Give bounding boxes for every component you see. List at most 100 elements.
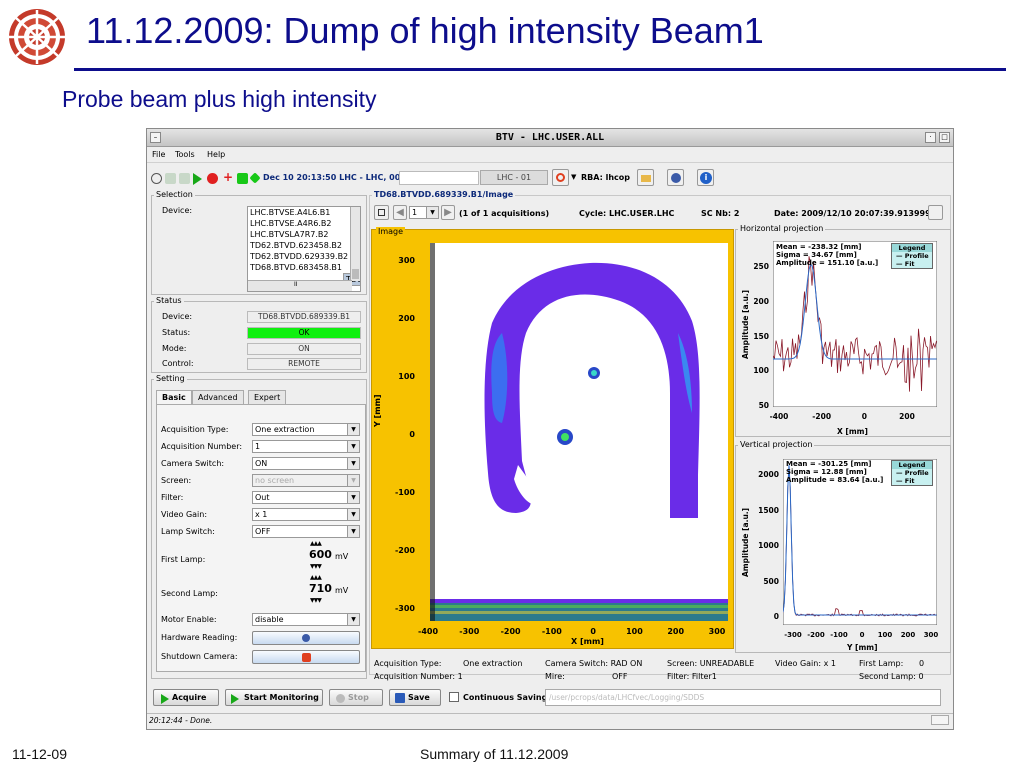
- gauge-icon[interactable]: [151, 173, 162, 184]
- shutdown-camera-button[interactable]: [252, 650, 360, 664]
- logging-path-field[interactable]: /user/pcrops/data/LHCfvec/Logging/SDDS: [545, 689, 941, 706]
- menu-help[interactable]: Help: [207, 150, 225, 159]
- save-button[interactable]: Save: [389, 689, 441, 706]
- beam-image: [430, 243, 728, 621]
- dropdown-icon[interactable]: ▼: [571, 173, 576, 181]
- footer-summary: Summary of 11.12.2009: [420, 746, 569, 762]
- slide-title: 11.12.2009: Dump of high intensity Beam1: [86, 10, 764, 51]
- list-item[interactable]: LHC.BTVSLA7R7.B2: [248, 229, 360, 240]
- list-hscrollbar[interactable]: II: [248, 280, 352, 291]
- toolbar: + Dec 10 20:13:50 LHC - LHC, 00 LHC - 01…: [147, 167, 953, 189]
- tick-label: -300: [394, 604, 415, 613]
- folder-button[interactable]: [637, 169, 654, 186]
- tick-label: -400: [418, 627, 439, 636]
- list-item[interactable]: TD62.BTVD.623458.B2: [248, 240, 360, 251]
- increase-icon[interactable]: ▲▲▲: [310, 540, 322, 547]
- step-icon[interactable]: [165, 173, 176, 184]
- camera-switch-select[interactable]: ON ▼: [252, 457, 360, 470]
- acq-count-text: (1 of 1 acquisitions): [459, 209, 550, 218]
- diamond-icon[interactable]: [249, 172, 261, 184]
- settings-button[interactable]: [667, 169, 684, 186]
- acquisition-number-select[interactable]: 1 ▼: [252, 440, 360, 453]
- chevron-down-icon: ▼: [347, 458, 359, 469]
- tick-label: 1500: [758, 505, 779, 515]
- chevron-down-icon: ▼: [347, 492, 359, 503]
- green-square-icon[interactable]: [237, 173, 248, 184]
- power-button[interactable]: [552, 169, 569, 186]
- acquisition-type-select[interactable]: One extraction ▼: [252, 423, 360, 436]
- tick-label: 200: [667, 627, 685, 636]
- info-mire-label: Mire:: [545, 672, 565, 681]
- stop-icon[interactable]: [207, 173, 218, 184]
- acq-index-select[interactable]: 1 ▼: [409, 206, 439, 219]
- zoom-button[interactable]: [928, 205, 943, 220]
- first-lamp-value[interactable]: 600: [309, 548, 332, 561]
- list-item[interactable]: LHC.BTVSE.A4R6.B2: [248, 218, 360, 229]
- acquisition-number-label: Acquisition Number:: [161, 442, 243, 451]
- tick-label: 100: [626, 627, 643, 636]
- info-button[interactable]: i: [697, 169, 714, 186]
- decrease-icon[interactable]: ▼▼▼: [310, 563, 322, 570]
- info-first-lamp-label: First Lamp:: [859, 659, 904, 668]
- menubar: File Tools Help: [147, 147, 953, 163]
- video-gain-label: Video Gain:: [161, 510, 208, 519]
- list-item[interactable]: TD68.BTVD.683458.B1: [248, 262, 360, 273]
- tick-label: 300: [923, 631, 939, 639]
- step-icon[interactable]: [179, 173, 190, 184]
- motor-enable-label: Motor Enable:: [161, 615, 217, 624]
- list-item[interactable]: TD62.BTVDD.629339.B2: [248, 251, 360, 262]
- list-vscrollbar[interactable]: [350, 207, 360, 281]
- fast-forward-icon: [231, 694, 239, 704]
- status-control-label: Control:: [162, 359, 194, 368]
- vproj-stats: Mean = -301.25 [mm] Sigma = 12.88 [mm] A…: [786, 460, 884, 484]
- menu-file[interactable]: File: [152, 150, 165, 159]
- status-ok-badge: OK: [247, 327, 361, 339]
- status-group-label: Status: [154, 296, 184, 305]
- tab-advanced[interactable]: Advanced: [192, 390, 244, 404]
- play-icon[interactable]: [193, 173, 202, 185]
- add-icon[interactable]: +: [223, 170, 233, 184]
- tab-expert[interactable]: Expert: [248, 390, 287, 404]
- tick-label: -200: [394, 546, 415, 555]
- continuous-saving-checkbox[interactable]: [449, 692, 459, 702]
- tick-label: -300: [459, 627, 480, 636]
- save-image-button[interactable]: [374, 205, 389, 220]
- start-monitoring-button[interactable]: Start Monitoring: [225, 689, 323, 706]
- tick-label: 500: [763, 576, 779, 586]
- info-acq-number: Acquisition Number: 1: [374, 672, 463, 681]
- tick-label: 100: [877, 631, 893, 639]
- motor-enable-select[interactable]: disable ▼: [252, 613, 360, 626]
- basic-tab-panel: Acquisition Type: One extraction ▼ Acquis…: [156, 404, 366, 672]
- second-lamp-value[interactable]: 710: [309, 582, 332, 595]
- chevron-down-icon: ▼: [347, 475, 359, 486]
- tab-basic[interactable]: Basic: [156, 390, 192, 404]
- lamp-switch-select[interactable]: OFF ▼: [252, 525, 360, 538]
- device-list[interactable]: LHC.BTVSE.A4L6.B1 LHC.BTVSE.A4R6.B2 LHC.BT…: [247, 206, 361, 292]
- prev-acq-button[interactable]: ◀: [393, 205, 407, 220]
- image-label: Image: [376, 227, 406, 236]
- beam-image-svg: [430, 243, 728, 621]
- hardware-reading-button[interactable]: [252, 631, 360, 645]
- date-text: Date: 2009/12/10 20:07:39.913999: [774, 209, 931, 218]
- list-item[interactable]: LHC.BTVSE.A4L6.B1: [248, 207, 360, 218]
- maximize-icon[interactable]: □: [939, 132, 950, 143]
- lhc-field[interactable]: LHC - 01: [480, 170, 548, 185]
- filter-select[interactable]: Out ▼: [252, 491, 360, 504]
- image-panel-title: TD68.BTVDD.689339.B1/Image: [372, 190, 516, 199]
- tick-label: 0: [859, 631, 865, 639]
- menu-tools[interactable]: Tools: [175, 150, 195, 159]
- resize-grip-icon[interactable]: [931, 715, 949, 725]
- video-gain-select[interactable]: x 1 ▼: [252, 508, 360, 521]
- acquire-button[interactable]: Acquire: [153, 689, 219, 706]
- first-lamp-label: First Lamp:: [161, 555, 206, 564]
- increase-icon[interactable]: ▲▲▲: [310, 574, 322, 581]
- btv-application-window: – BTV - LHC.USER.ALL · □ File Tools Help…: [146, 128, 954, 730]
- window-titlebar: – BTV - LHC.USER.ALL · □: [147, 129, 953, 147]
- tick-label: 200: [900, 631, 916, 639]
- minimize-icon[interactable]: ·: [925, 132, 936, 143]
- status-control-value: REMOTE: [247, 358, 361, 370]
- next-acq-button[interactable]: ▶: [441, 205, 455, 220]
- hardware-reading-label: Hardware Reading:: [161, 633, 238, 642]
- tick-label: 1000: [758, 541, 779, 550]
- decrease-icon[interactable]: ▼▼▼: [310, 597, 322, 604]
